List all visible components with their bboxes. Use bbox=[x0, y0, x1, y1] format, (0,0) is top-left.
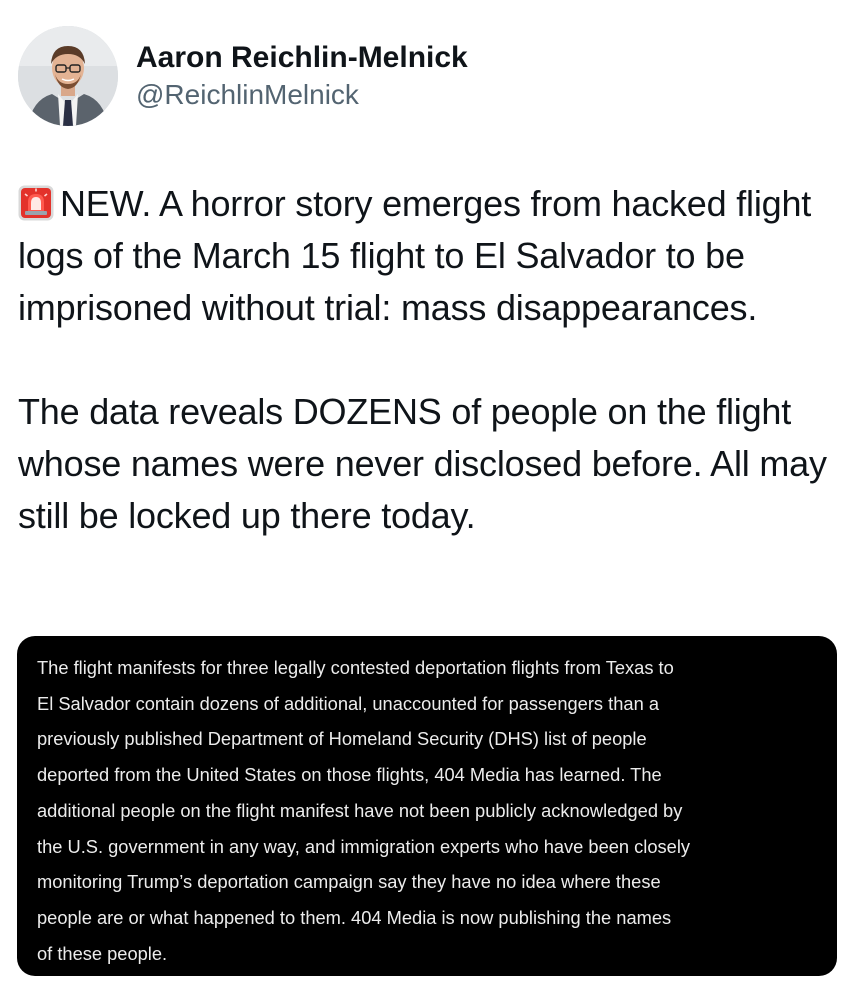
author-handle[interactable]: @ReichlinMelnick bbox=[136, 77, 468, 113]
tweet-text: NEW. A horror story emerges from hacked … bbox=[18, 178, 843, 542]
image-text-line: additional people on the flight manifest… bbox=[37, 799, 683, 821]
image-text-line: El Salvador contain dozens of additional… bbox=[37, 692, 659, 714]
image-text: The flight manifests for three legally c… bbox=[37, 650, 822, 971]
profile-photo-icon bbox=[18, 26, 118, 126]
image-text-line: the U.S. government in any way, and immi… bbox=[37, 835, 691, 857]
author-display-name[interactable]: Aaron Reichlin-Melnick bbox=[136, 39, 468, 77]
image-text-line: The flight manifests for three legally c… bbox=[37, 657, 674, 678]
image-text-line: people are or what happened to them. 404… bbox=[37, 906, 672, 928]
tweet-paragraph-2-text: The data reveals DOZENS of people on the… bbox=[18, 391, 827, 536]
image-text-line: of these people. bbox=[37, 942, 168, 964]
attached-image[interactable]: The flight manifests for three legally c… bbox=[17, 636, 837, 976]
tweet-paragraph-1-text: NEW. A horror story emerges from hacked … bbox=[18, 183, 812, 328]
image-text-line: previously published Department of Homel… bbox=[37, 728, 647, 750]
image-text-line: deported from the United States on those… bbox=[37, 764, 662, 786]
tweet-header: Aaron Reichlin-Melnick @ReichlinMelnick bbox=[18, 24, 468, 128]
tweet-paragraph: The data reveals DOZENS of people on the… bbox=[18, 386, 843, 542]
author-names: Aaron Reichlin-Melnick @ReichlinMelnick bbox=[136, 39, 468, 113]
avatar[interactable] bbox=[18, 26, 118, 126]
tweet-paragraph: NEW. A horror story emerges from hacked … bbox=[18, 178, 843, 334]
image-text-line: monitoring Trump’s deportation campaign … bbox=[37, 871, 661, 893]
siren-icon bbox=[18, 183, 54, 221]
tweet: Aaron Reichlin-Melnick @ReichlinMelnick … bbox=[0, 0, 855, 1000]
